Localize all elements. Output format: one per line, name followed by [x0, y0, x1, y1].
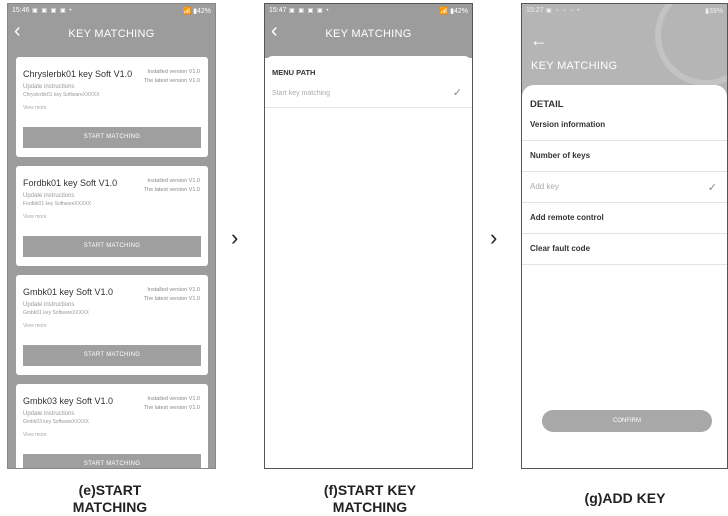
row-label: Number of keys: [530, 151, 591, 160]
header: ‹ KEY MATCHING: [8, 18, 215, 50]
latest-version: The latest version V1.0: [143, 405, 200, 411]
detail-panel: DETAIL Version information Number of key…: [522, 85, 727, 468]
row-label: Add key: [530, 182, 559, 191]
row-label: Clear fault code: [530, 244, 591, 253]
caption-f: (f)START KEY MATCHING: [323, 482, 417, 515]
software-name: Gmbk01 key Soft V1.0: [23, 287, 114, 297]
latest-version: The latest version V1.0: [143, 78, 200, 84]
check-icon: ✓: [452, 87, 462, 99]
battery-indicator: ▮39%: [705, 8, 723, 15]
caption-e: (e)START MATCHING: [72, 482, 148, 515]
confirm-button[interactable]: CONFIRM: [542, 410, 712, 432]
installed-version: Installed version V1.0: [147, 396, 200, 402]
update-instructions: Update instructions: [23, 411, 75, 417]
status-icons: ▣ ▣ ▣ ▣ •: [289, 8, 330, 14]
update-instructions: Update instructions: [23, 84, 75, 90]
view-more-link[interactable]: View more: [23, 432, 47, 438]
software-name: Gmbk03 key Soft V1.0: [23, 396, 114, 406]
back-arrow-icon[interactable]: ←: [530, 30, 548, 51]
row-add-key[interactable]: Add key ✓: [522, 172, 727, 203]
software-card: Gmbk01 key Soft V1.0 Installed version V…: [16, 275, 208, 375]
status-bar: 15:27 ▣ ○ ○ ○ • ▮39%: [522, 4, 727, 18]
status-time: 15:46: [12, 7, 30, 14]
chevron-right-icon: ›: [490, 225, 498, 250]
battery-indicator: 📶 ▮42%: [439, 8, 468, 15]
start-matching-button[interactable]: START MATCHING: [23, 236, 201, 257]
menu-item-label: Start key matching: [272, 90, 330, 97]
start-matching-button[interactable]: START MATCHING: [23, 454, 201, 468]
status-time: 15:27: [526, 7, 544, 14]
view-more-link[interactable]: View more: [23, 105, 47, 111]
software-card: Fordbk01 key Soft V1.0 Installed version…: [16, 166, 208, 266]
page-title: KEY MATCHING: [325, 28, 412, 40]
detail-heading: DETAIL: [530, 99, 564, 110]
check-icon: ✓: [707, 182, 717, 194]
software-card: Gmbk03 key Soft V1.0 Installed version V…: [16, 384, 208, 468]
row-clear-fault-code[interactable]: Clear fault code: [522, 234, 727, 265]
status-icons: ▣ ▣ ▣ ▣ •: [32, 8, 73, 14]
row-add-remote-control[interactable]: Add remote control: [522, 203, 727, 234]
software-name: Fordbk01 key Soft V1.0: [23, 178, 118, 188]
installed-version: Installed version V1.0: [147, 178, 200, 184]
view-more-link[interactable]: View more: [23, 323, 47, 329]
update-description: Chryslerbk01 key SoftwareXXXXX: [23, 92, 100, 98]
installed-version: Installed version V1.0: [147, 69, 200, 75]
update-instructions: Update instructions: [23, 193, 75, 199]
update-description: Gmbk03 key SoftwareXXXXX: [23, 419, 89, 425]
screen-start-matching: 15:46 ▣ ▣ ▣ ▣ • 📶 ▮42% ‹ KEY MATCHING Ch…: [7, 3, 216, 469]
status-bar: 15:46 ▣ ▣ ▣ ▣ • 📶 ▮42%: [8, 4, 215, 18]
screen-start-key-matching: 15:47 ▣ ▣ ▣ ▣ • 📶 ▮42% ‹ KEY MATCHING ME…: [264, 3, 473, 469]
software-name: Chryslerbk01 key Soft V1.0: [23, 69, 133, 79]
latest-version: The latest version V1.0: [143, 187, 200, 193]
start-matching-button[interactable]: START MATCHING: [23, 127, 201, 148]
battery-indicator: 📶 ▮42%: [182, 8, 211, 15]
chevron-right-icon: ›: [231, 225, 239, 250]
status-time: 15:47: [269, 7, 287, 14]
row-version-information[interactable]: Version information: [522, 110, 727, 141]
update-instructions: Update instructions: [23, 302, 75, 308]
header: ‹ KEY MATCHING: [265, 18, 472, 58]
view-more-link[interactable]: View more: [23, 214, 47, 220]
update-description: Fordbk01 key SoftwareXXXXX: [23, 201, 92, 207]
page-title: KEY MATCHING: [531, 60, 618, 72]
status-bar: 15:47 ▣ ▣ ▣ ▣ • 📶 ▮42%: [265, 4, 472, 18]
menu-panel: MENU PATH Start key matching ✓: [265, 56, 472, 468]
row-label: Version information: [530, 120, 606, 129]
menu-path-heading: MENU PATH: [272, 68, 316, 77]
update-description: Gmbk01 key SoftwareXXXXX: [23, 310, 89, 316]
start-key-matching-item[interactable]: Start key matching ✓: [265, 81, 472, 108]
screen-add-key: 15:27 ▣ ○ ○ ○ • ▮39% ← KEY MATCHING DETA…: [521, 3, 728, 469]
installed-version: Installed version V1.0: [147, 287, 200, 293]
software-card: Chryslerbk01 key Soft V1.0 Installed ver…: [16, 57, 208, 157]
caption-g: (g)ADD KEY: [584, 490, 666, 506]
row-number-of-keys[interactable]: Number of keys: [522, 141, 727, 172]
row-label: Add remote control: [530, 213, 604, 222]
latest-version: The latest version V1.0: [143, 296, 200, 302]
start-matching-button[interactable]: START MATCHING: [23, 345, 201, 366]
status-icons: ▣ ○ ○ ○ •: [546, 8, 581, 14]
page-title: KEY MATCHING: [68, 28, 155, 40]
